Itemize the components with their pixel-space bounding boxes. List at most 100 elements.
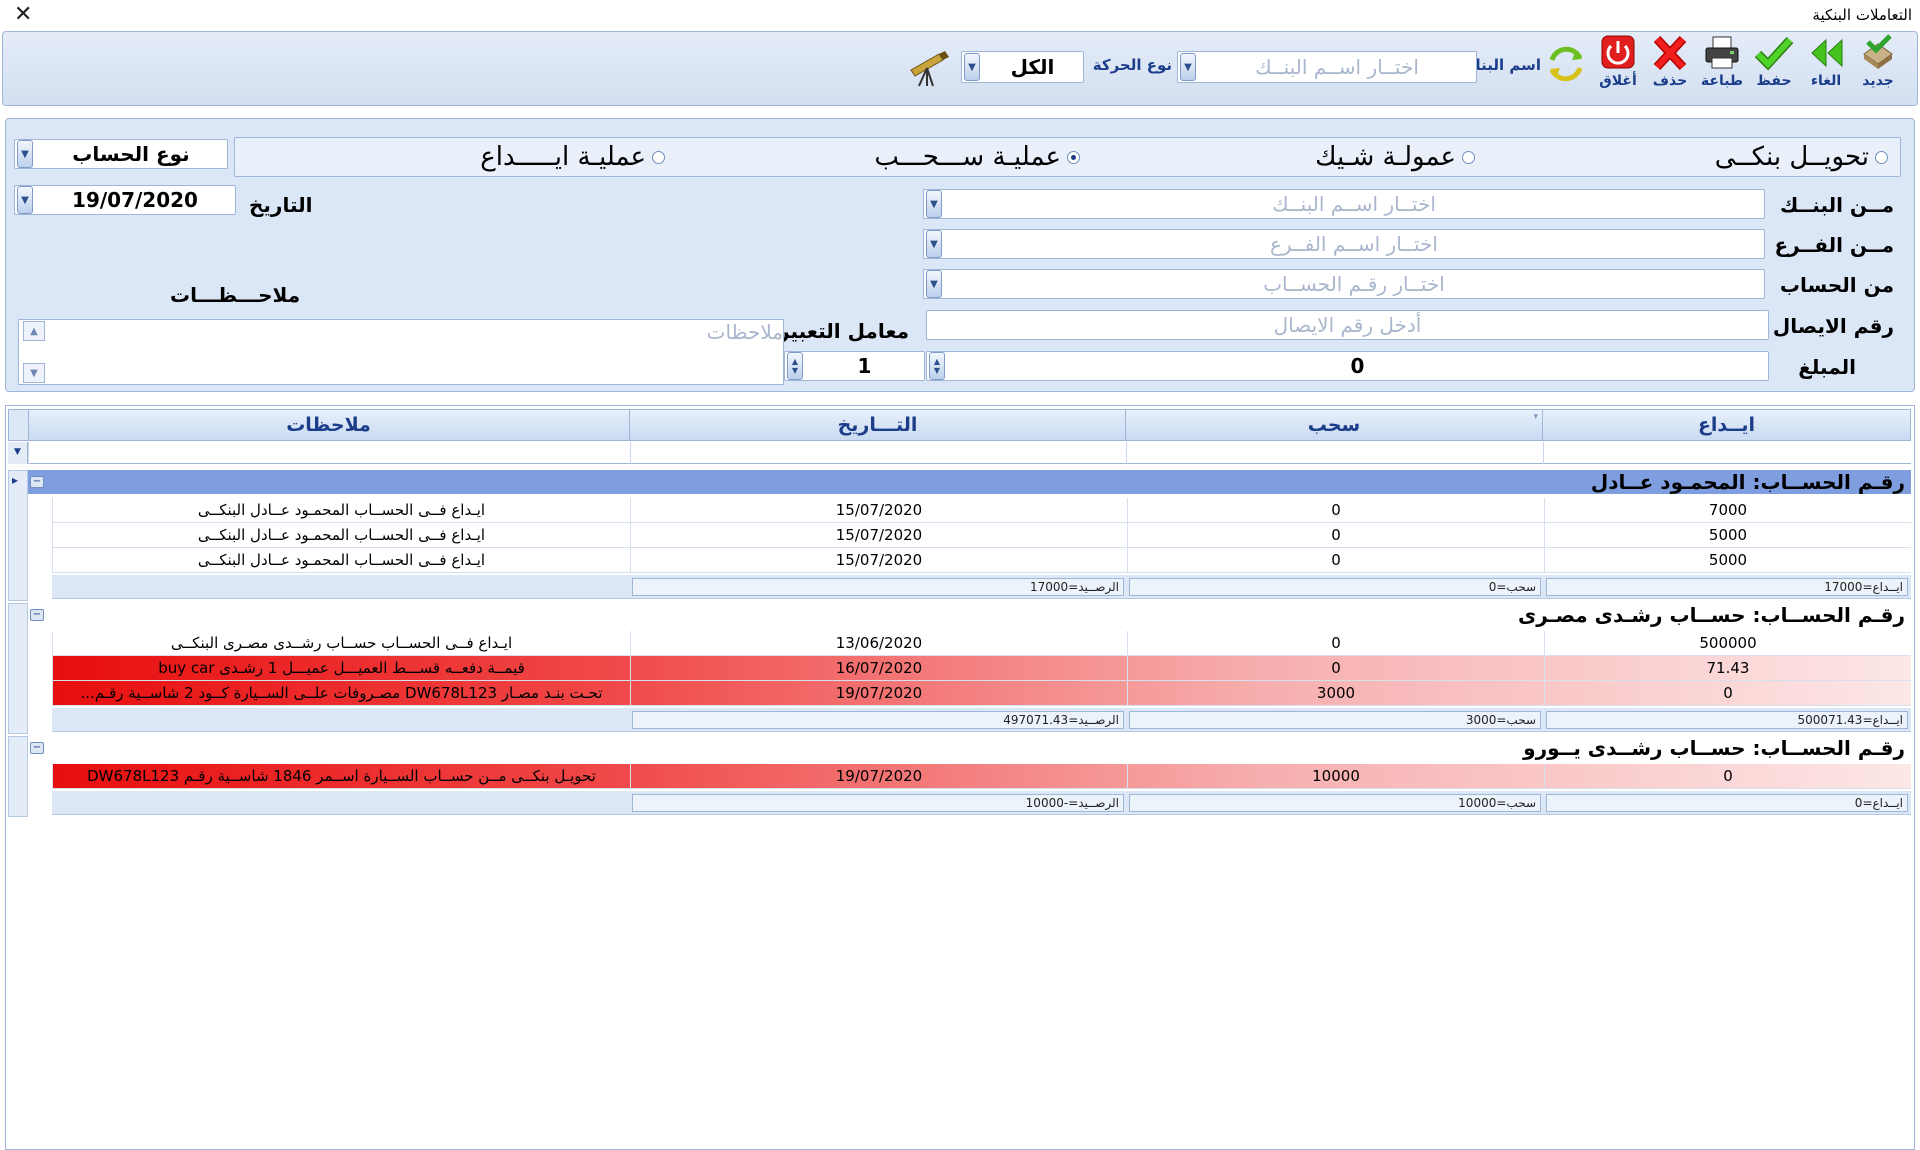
chevron-down-icon[interactable]: ▼ [17, 140, 33, 168]
from-account-select[interactable]: اختــار رقـم الحســاب ▼ [923, 269, 1765, 299]
close-button[interactable]: أغلاق [1593, 34, 1643, 89]
table-row[interactable]: 500000 0 13/06/2020 ايـداع فــى الحســاب حس… [52, 631, 1911, 656]
group-header[interactable]: رقـم الحســاب: المحمـود عــادل [28, 470, 1911, 494]
cell-date: 13/06/2020 [630, 631, 1127, 655]
group-header-text: رقـم الحســاب: حســاب رشــدى يــورو [1523, 736, 1905, 760]
cell-notes: ايـداع فــى الحســاب المحمـود عــادل الب… [52, 498, 630, 522]
close-window-button[interactable]: ✕ [14, 2, 32, 27]
delete-button[interactable]: حذف [1645, 34, 1695, 89]
table-row[interactable]: 71.43 0 16/07/2020 قيمــة دفعــه قســـط الع… [52, 656, 1911, 681]
summary-deposit: ايــداع=500071.43 [1546, 711, 1908, 729]
cell-date: 15/07/2020 [630, 523, 1127, 547]
chevron-down-icon[interactable]: ▼ [926, 270, 942, 298]
grid-filter-row[interactable]: ▼ [8, 442, 1911, 464]
amount-label: المبلغ [1798, 355, 1856, 379]
chevron-down-icon[interactable]: ▼ [1180, 53, 1196, 81]
chevron-down-icon[interactable]: ▼ [926, 230, 942, 258]
search-telescope-button[interactable] [905, 46, 951, 92]
from-bank-select[interactable]: اختــار اســم البنــك ▼ [923, 189, 1765, 219]
summary-balance: الرصــيد=497071.43 [632, 711, 1124, 729]
amount-input[interactable]: 0 ▲ ▼ [926, 351, 1769, 381]
column-header-withdraw[interactable]: سحب ▾ [1125, 410, 1542, 440]
account-type-select[interactable]: نوع الحساب ▼ [14, 139, 228, 169]
receipt-input[interactable]: أدخل رقم الايصال [926, 310, 1769, 340]
radio-deposit[interactable]: عمليـة ايـــــداع [480, 142, 665, 172]
group-summary-row: ايــداع=17000 سحب=0 الرصــيد=17000 [52, 575, 1911, 599]
collapse-group-icon[interactable]: − [30, 742, 44, 754]
filter-cell-deposit[interactable] [1543, 442, 1911, 464]
radio-deposit-label: عمليـة ايـــــداع [480, 142, 646, 172]
bank-select-value: اختــار اســم البنــك [1255, 55, 1419, 79]
table-row[interactable]: 0 3000 19/07/2020 تحـت بنـد مصـار DW678L123… [52, 681, 1911, 706]
date-value: 19/07/2020 [72, 188, 198, 212]
cell-deposit: 0 [1544, 764, 1911, 788]
chevron-down-icon[interactable]: ▼ [926, 190, 942, 218]
filter-cell-withdraw[interactable] [1126, 442, 1543, 464]
save-button[interactable]: حفظ [1749, 34, 1799, 89]
radio-withdraw-dot[interactable] [1067, 150, 1080, 164]
window-title: التعاملات البنكية [1812, 6, 1912, 24]
refresh-button[interactable] [1541, 42, 1591, 86]
row-selector[interactable] [8, 603, 28, 734]
table-row[interactable]: 5000 0 15/07/2020 ايـداع فــى الحســاب المح… [52, 548, 1911, 573]
from-account-value: اختــار رقـم الحســاب [1263, 272, 1445, 296]
scroll-up-icon[interactable]: ▲ [23, 321, 45, 341]
collapse-group-icon[interactable]: − [30, 476, 44, 488]
cell-date: 19/07/2020 [630, 681, 1127, 705]
undo-icon [1811, 38, 1843, 68]
summary-withdraw: سحب=3000 [1129, 711, 1541, 729]
cell-withdraw: 0 [1127, 523, 1544, 547]
table-row[interactable]: 7000 0 15/07/2020 ايـداع فــى الحســاب المح… [52, 498, 1911, 523]
row-selector[interactable] [8, 736, 28, 817]
new-button[interactable]: جديد [1853, 34, 1903, 89]
undo-button[interactable]: الغاء [1801, 34, 1851, 89]
expand-arrow-icon[interactable]: ▸ [12, 473, 18, 487]
notes-placeholder: ملاحظات [706, 320, 783, 344]
radio-bank-transfer-dot[interactable] [1875, 150, 1888, 164]
radio-deposit-dot[interactable] [652, 150, 665, 164]
group-header[interactable]: رقـم الحســاب: حســاب رشــدى يــورو [28, 736, 1911, 760]
rate-spinner[interactable]: ▲ ▼ [787, 352, 803, 380]
radio-withdraw[interactable]: عمليـة ســـحـــب [874, 142, 1080, 172]
delete-label: حذف [1652, 73, 1688, 89]
radio-check-fee-dot[interactable] [1462, 150, 1475, 164]
calendar-dropdown-icon[interactable]: ▼ [17, 186, 33, 214]
table-row[interactable]: 5000 0 15/07/2020 ايـداع فــى الحســاب المح… [52, 523, 1911, 548]
summary-deposit: ايــداع=17000 [1546, 578, 1908, 596]
rate-value: 1 [857, 354, 872, 378]
column-header-date[interactable]: التـــاريخ [629, 410, 1125, 440]
chevron-down-icon[interactable]: ▼ [964, 53, 980, 81]
column-header-deposit[interactable]: ايــداع [1542, 410, 1910, 440]
filter-icon[interactable]: ▾ [1533, 402, 1538, 432]
column-header-notes[interactable]: ملاحظات [27, 410, 629, 440]
notes-textarea[interactable]: ملاحظات ▲ ▼ [18, 319, 784, 385]
move-type-label: نوع الحركة [1092, 56, 1172, 74]
group-header[interactable]: رقـم الحســاب: حســاب رشـدى مصـرى [28, 603, 1911, 627]
filter-icon[interactable]: ▼ [8, 442, 28, 464]
cell-notes: قيمــة دفعــه قســـط العميـــل عميـــل 1… [52, 656, 630, 680]
filter-cell-date[interactable] [630, 442, 1126, 464]
transaction-entry-panel: تحويــل بنكــى عمولـة شـيك عمليـة ســـحـ… [5, 118, 1915, 392]
collapse-group-icon[interactable]: − [30, 609, 44, 621]
table-row[interactable]: 0 10000 19/07/2020 تحويـل بنكــى مــن حســا… [52, 764, 1911, 789]
date-picker[interactable]: 19/07/2020 ▼ [14, 185, 236, 215]
from-branch-value: اختــار اســم الفــرع [1270, 232, 1438, 256]
print-button[interactable]: طباعة [1697, 34, 1747, 89]
group-summary-row: ايــداع=500071.43 سحب=3000 الرصــيد=497071… [52, 708, 1911, 732]
receipt-label: رقم الايصال [1772, 314, 1894, 338]
radio-check-fee[interactable]: عمولـة شـيك [1315, 142, 1475, 172]
bank-select[interactable]: اختــار اســم البنــك ▼ [1177, 51, 1477, 83]
cell-notes: ايـداع فــى الحســاب المحمـود عــادل الب… [52, 548, 630, 572]
move-type-select[interactable]: الكل ▼ [961, 51, 1084, 83]
rate-input[interactable]: 1 ▲ ▼ [784, 351, 925, 381]
bank-transactions-window: التعاملات البنكية ✕ جديد الغاء حفظ طباعة… [0, 0, 1920, 1150]
from-branch-select[interactable]: اختــار اســم الفــرع ▼ [923, 229, 1765, 259]
filter-cell-notes[interactable] [28, 442, 630, 464]
move-type-value: الكل [1010, 55, 1055, 79]
radio-bank-transfer[interactable]: تحويــل بنكــى [1715, 142, 1888, 172]
amount-spinner[interactable]: ▲ ▼ [929, 352, 945, 380]
summary-balance: الرصــيد=-10000 [632, 794, 1124, 812]
scroll-down-icon[interactable]: ▼ [23, 363, 45, 383]
row-selector[interactable] [8, 470, 28, 601]
from-bank-label: مــن البنــك [1779, 193, 1894, 217]
